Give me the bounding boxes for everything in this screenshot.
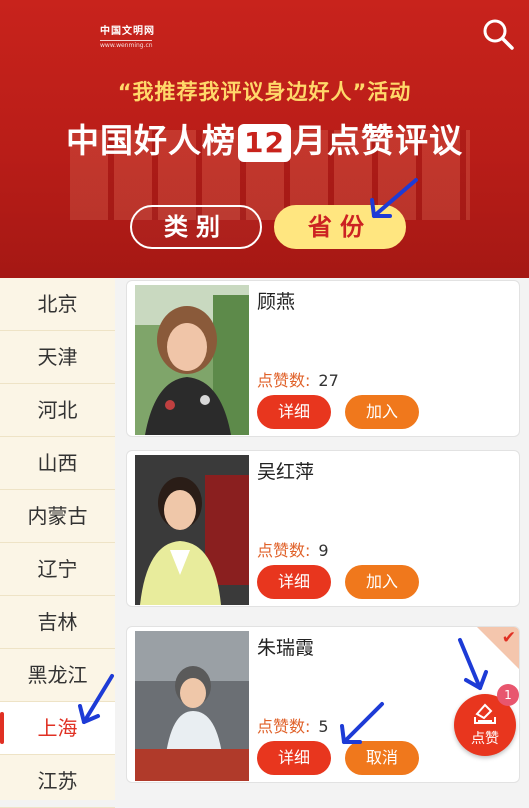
likes-label: 点赞数:: [257, 371, 311, 390]
detail-button[interactable]: 详细: [257, 741, 331, 775]
join-button[interactable]: 加入: [345, 565, 419, 599]
title-month: 12: [238, 123, 291, 162]
sidebar-item-liaoning[interactable]: 辽宁: [0, 543, 115, 596]
title-suffix: 月点赞评议: [292, 121, 463, 160]
likes-count: 点赞数: 5: [257, 713, 329, 737]
search-icon: [483, 19, 514, 50]
likes-label: 点赞数:: [257, 541, 311, 560]
tab-category[interactable]: 类别: [130, 205, 262, 249]
person-card: 顾燕 点赞数: 27 详细 加入: [126, 280, 520, 437]
logo-title: 中国文明网: [100, 26, 155, 37]
checkmark-icon: ✔: [501, 628, 516, 648]
likes-value: 27: [318, 371, 339, 390]
person-photo: [135, 631, 249, 781]
sidebar-item-shanxi[interactable]: 山西: [0, 437, 115, 490]
person-name: 顾燕: [257, 291, 296, 313]
likes-value: 9: [318, 541, 329, 560]
sidebar-item-neimenggu[interactable]: 内蒙古: [0, 490, 115, 543]
likes-value: 5: [318, 717, 329, 736]
likes-count: 点赞数: 9: [257, 537, 329, 561]
vote-icon: [474, 703, 496, 724]
join-button[interactable]: 加入: [345, 395, 419, 429]
like-fab-label: 点赞: [471, 731, 499, 747]
person-photo: [135, 285, 249, 435]
sidebar-item-beijing[interactable]: 北京: [0, 278, 115, 331]
sidebar-item-jiangsu[interactable]: 江苏: [0, 755, 115, 808]
like-count-badge: 1: [497, 684, 519, 706]
banner-subtitle: “我推荐我评议身边好人”活动: [117, 80, 412, 104]
search-button[interactable]: [478, 14, 518, 54]
likes-count: 点赞数: 27: [257, 367, 339, 391]
cancel-button[interactable]: 取消: [345, 741, 419, 775]
person-name: 吴红萍: [257, 461, 315, 483]
sidebar-item-tianjin[interactable]: 天津: [0, 331, 115, 384]
person-card: 吴红萍 点赞数: 9 详细 加入: [126, 450, 520, 607]
detail-button[interactable]: 详细: [257, 565, 331, 599]
title-prefix: 中国好人榜: [66, 121, 237, 160]
sidebar-item-heilongjiang[interactable]: 黑龙江: [0, 649, 115, 702]
province-sidebar: 北京 天津 河北 山西 内蒙古 辽宁 吉林 黑龙江 上海 江苏: [0, 278, 115, 808]
logo-url: www.wenming.cn: [100, 42, 153, 49]
header-banner: 中国文明网 www.wenming.cn “我推荐我评议身边好人”活动 中国好人…: [0, 0, 529, 278]
sidebar-item-shanghai[interactable]: 上海: [0, 702, 115, 755]
tab-province[interactable]: 省份: [274, 205, 406, 249]
detail-button[interactable]: 详细: [257, 395, 331, 429]
banner-title: 中国好人榜 12 月点赞评议: [0, 114, 529, 162]
person-name: 朱瑞霞: [257, 637, 315, 659]
likes-label: 点赞数:: [257, 717, 311, 736]
site-logo: 中国文明网 www.wenming.cn: [100, 22, 155, 49]
sidebar-item-hebei[interactable]: 河北: [0, 384, 115, 437]
person-photo: [135, 455, 249, 605]
sidebar-item-jilin[interactable]: 吉林: [0, 596, 115, 649]
